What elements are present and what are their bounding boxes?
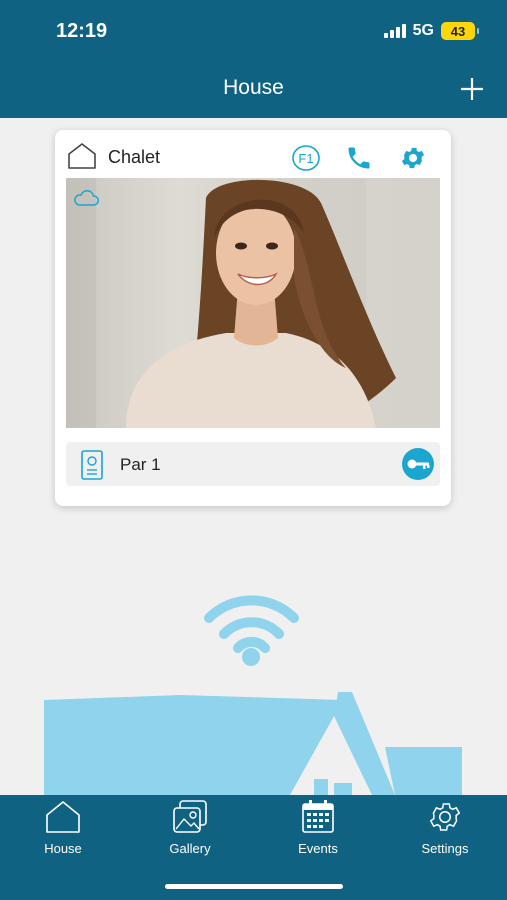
nav-label-settings: Settings xyxy=(421,841,469,856)
f1-label: F1 xyxy=(298,151,313,166)
wifi-house-illustration xyxy=(44,595,462,795)
battery-icon: 43 xyxy=(441,22,479,40)
card-header: Chalet F1 xyxy=(55,130,451,178)
home-indicator xyxy=(165,884,343,889)
house-shape xyxy=(44,692,462,795)
status-indicators: 5G 43 xyxy=(383,22,479,40)
home-icon xyxy=(46,801,80,833)
calendar-icon xyxy=(302,800,334,833)
device-name: Par 1 xyxy=(120,455,161,474)
nav-label-gallery: Gallery xyxy=(169,841,211,856)
signal-icon xyxy=(383,24,406,38)
nav-item-events[interactable]: Events xyxy=(263,799,373,861)
nav-item-settings[interactable]: Settings xyxy=(390,799,500,861)
battery-level: 43 xyxy=(450,23,466,39)
device-row[interactable]: Par 1 xyxy=(66,442,440,486)
bottom-nav: House Gallery Events Settings xyxy=(0,795,507,900)
wifi-icon xyxy=(204,595,299,653)
site-name: Chalet xyxy=(108,147,161,167)
nav-item-gallery[interactable]: Gallery xyxy=(135,799,245,861)
nav-label-house: House xyxy=(44,841,82,856)
gear-icon xyxy=(429,803,461,831)
add-icon[interactable] xyxy=(459,76,485,102)
top-bar: 12:19 5G 43 House xyxy=(0,0,507,118)
camera-preview[interactable] xyxy=(66,178,440,428)
settings-gear-icon[interactable] xyxy=(399,144,427,172)
nav-item-house[interactable]: House xyxy=(8,799,118,861)
home-icon xyxy=(68,143,96,169)
nav-label-events: Events xyxy=(298,841,338,856)
cloud-icon xyxy=(74,189,99,206)
site-card[interactable]: Chalet F1 Par 1 xyxy=(55,130,451,506)
page-title: House xyxy=(223,76,284,99)
gallery-icon xyxy=(173,800,207,833)
key-icon[interactable] xyxy=(402,448,434,480)
intercom-panel-icon xyxy=(81,450,103,480)
status-time: 12:19 xyxy=(56,20,108,42)
phone-icon[interactable] xyxy=(345,144,373,172)
camera-image xyxy=(66,178,440,428)
network-type: 5G xyxy=(412,22,434,39)
f1-button[interactable]: F1 xyxy=(291,144,321,172)
